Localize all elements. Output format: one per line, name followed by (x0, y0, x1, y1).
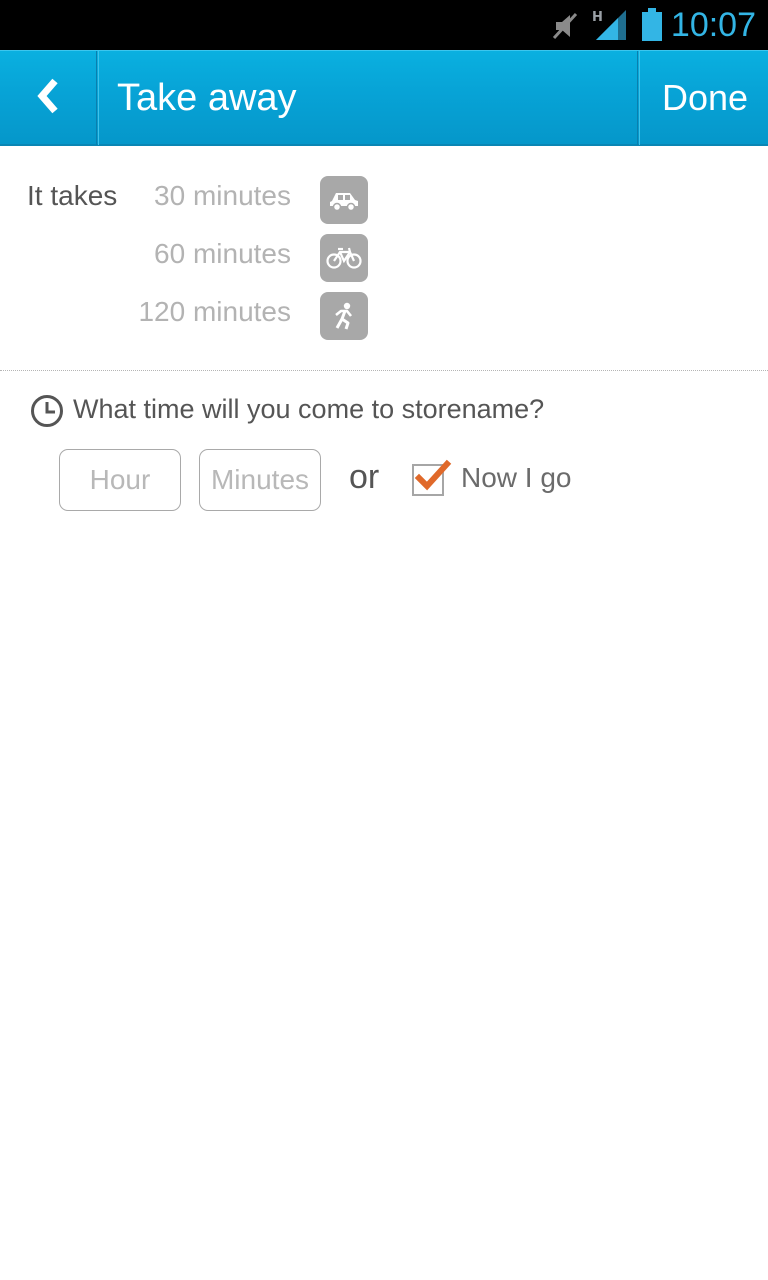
arrival-question: What time will you come to storename? (73, 394, 545, 424)
page-title: Take away (117, 77, 297, 119)
travel-option-bicycle[interactable]: 60 minutes (0, 234, 768, 284)
travel-option-walking[interactable]: 120 minutes (0, 292, 768, 342)
signal-h-icon: H (592, 8, 628, 47)
status-bar: H 10:07 (0, 0, 768, 50)
travel-minutes: 120 minutes (138, 296, 291, 327)
action-bar: Take away Done (0, 50, 768, 146)
travel-option-car[interactable]: 30 minutes (0, 176, 768, 226)
battery-icon (641, 8, 663, 47)
chevron-left-icon (35, 78, 61, 119)
minutes-input[interactable] (199, 449, 321, 511)
section-divider (0, 370, 768, 371)
clock-icon (30, 394, 64, 433)
action-bar-divider (637, 51, 640, 145)
travel-minutes: 60 minutes (154, 238, 291, 269)
travel-minutes: 30 minutes (154, 180, 291, 211)
car-icon[interactable] (320, 176, 368, 224)
action-bar-divider (96, 51, 99, 145)
status-time: 10:07 (670, 6, 756, 44)
now-i-go-label[interactable]: Now I go (461, 462, 572, 494)
now-i-go-checkbox[interactable] (412, 459, 452, 496)
or-label: or (349, 458, 380, 496)
hour-input[interactable] (59, 449, 181, 511)
svg-text:H: H (592, 10, 603, 25)
back-button[interactable] (0, 51, 96, 145)
mute-icon (550, 10, 580, 47)
walking-icon[interactable] (320, 292, 368, 340)
checkmark-icon (414, 459, 452, 491)
bicycle-icon[interactable] (320, 234, 368, 282)
done-button[interactable]: Done (642, 51, 768, 145)
